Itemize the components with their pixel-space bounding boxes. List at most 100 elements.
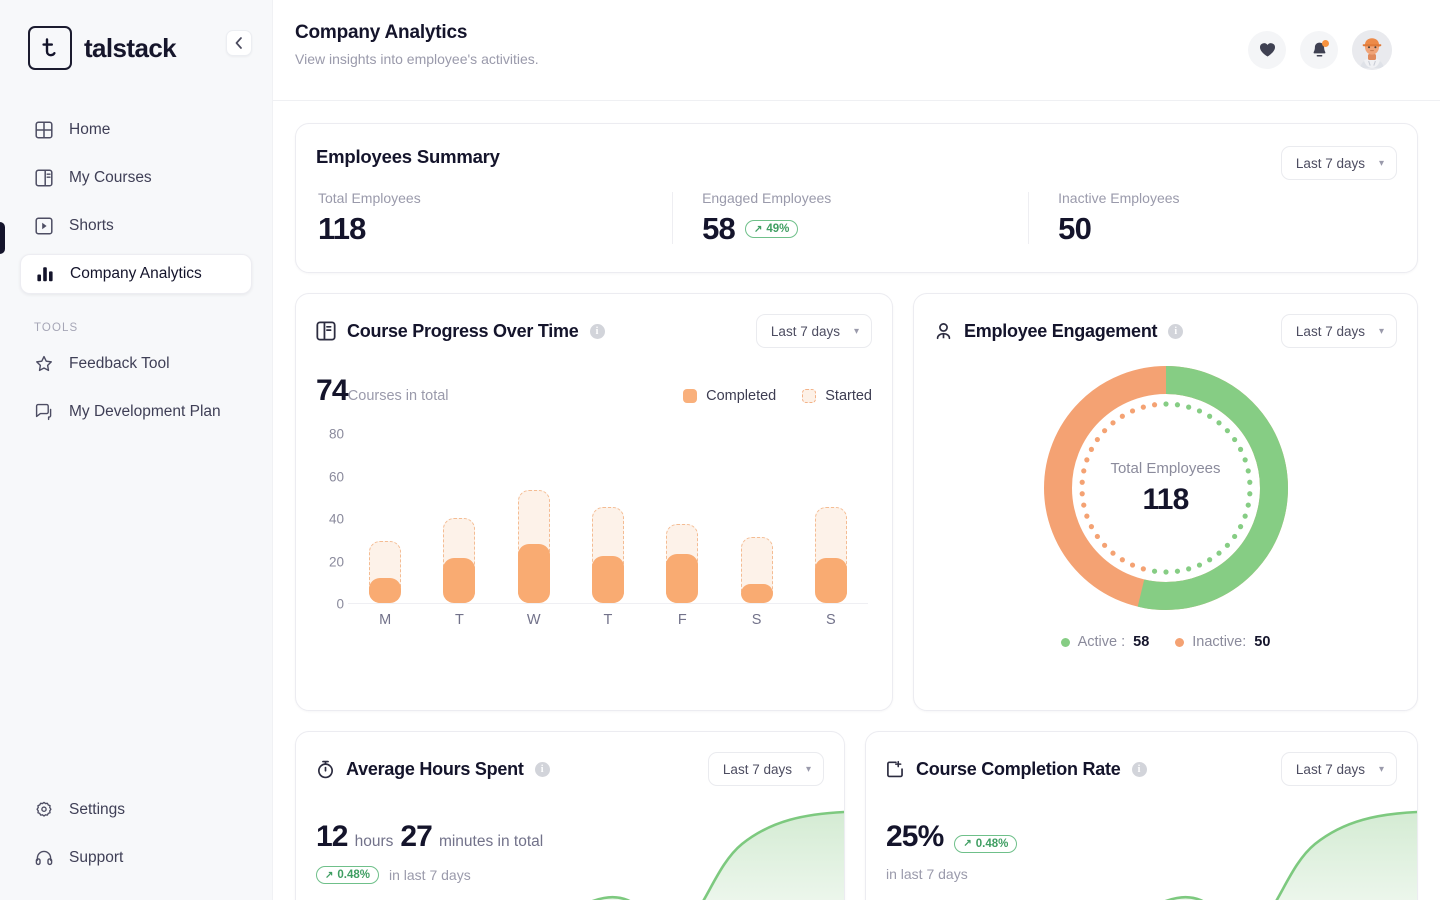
gear-icon (34, 801, 53, 820)
sidebar-collapse-button[interactable] (226, 30, 252, 56)
layout-panel-icon (34, 169, 53, 188)
course-progress-range-dropdown[interactable]: Last 7 days ▾ (755, 314, 872, 349)
play-square-icon (34, 217, 53, 236)
legend-dot-inactive (1175, 637, 1185, 647)
employee-engagement-card: Employee Engagement i Last 7 days ▾ Tota… (913, 293, 1418, 712)
sidebar-item-settings[interactable]: Settings (20, 790, 252, 830)
bar-column[interactable] (653, 434, 711, 604)
bar-column[interactable] (356, 434, 414, 604)
bar-segment-completed (814, 558, 847, 604)
arrow-up-right-icon: ↗ (753, 223, 763, 235)
sidebar-item-company-analytics[interactable]: Company Analytics (20, 254, 252, 294)
legend-item-inactive: Inactive: 50 (1175, 634, 1270, 650)
stopwatch-icon (316, 760, 335, 779)
courses-total-value: 74 (316, 374, 349, 408)
stat-engaged-employees: Engaged Employees 58 ↗ 49% (672, 190, 1028, 246)
hours-unit: hours (354, 833, 394, 851)
sidebar-item-my-development-plan[interactable]: My Development Plan (20, 392, 252, 432)
completion-rate-caption: in last 7 days (886, 866, 968, 883)
legend-label: Active : (1077, 634, 1126, 651)
bar-segment-completed (369, 577, 402, 604)
chevron-down-icon: ▾ (1378, 325, 1384, 337)
engagement-donut-chart: Total Employees 118 Active : 58 Inactive… (914, 348, 1417, 650)
x-axis: MTWTFSS (348, 612, 868, 628)
sidebar-item-label: Feedback Tool (69, 355, 170, 372)
completion-rate-value: 25% (886, 820, 944, 854)
bar-column[interactable] (579, 434, 637, 604)
sidebar-item-label: Home (69, 121, 111, 138)
arrow-up-right-icon: ↗ (963, 838, 972, 850)
dropdown-value: Last 7 days (1295, 155, 1365, 171)
sidebar-item-home[interactable]: Home (20, 110, 252, 150)
card-title: Employee Engagement (964, 320, 1158, 341)
completion-rate-range-dropdown[interactable]: Last 7 days ▾ (1280, 752, 1397, 787)
card-title: Course Completion Rate (916, 758, 1121, 779)
courses-total-caption: Courses in total (347, 388, 449, 405)
course-progress-bar-chart: 0 20 40 60 80 M T W T F S S (296, 427, 892, 654)
engagement-range-dropdown[interactable]: Last 7 days ▾ (1280, 314, 1397, 349)
sidebar-item-label: Company Analytics (70, 265, 202, 282)
sidebar-item-feedback-tool[interactable]: Feedback Tool (20, 344, 252, 384)
chevron-down-icon: ▾ (853, 325, 859, 337)
user-icon (934, 322, 953, 341)
x-axis-label: M (379, 612, 392, 629)
engagement-legend: Active : 58 Inactive: 50 (1060, 634, 1270, 651)
legend-label: Started (825, 388, 872, 405)
bar-column[interactable] (505, 434, 563, 604)
bar-segment-completed (591, 556, 624, 604)
stat-value: 58 (702, 211, 736, 246)
header-actions (1248, 30, 1392, 70)
bar-plot-area (348, 434, 868, 605)
x-axis-label: T (454, 612, 464, 629)
dashboard-body: Employees Summary Last 7 days ▾ Total Em… (273, 101, 1440, 900)
sidebar-section-tools-label: TOOLS (34, 322, 79, 334)
bar-column[interactable] (802, 434, 860, 604)
sidebar-edge-indicator (0, 222, 5, 254)
dropdown-value: Last 7 days (770, 323, 840, 339)
y-axis-tick: 80 (328, 426, 344, 442)
hours-value: 12 (316, 820, 348, 854)
stat-value: 118 (318, 211, 366, 246)
minutes-unit: minutes in total (438, 833, 544, 851)
stat-label: Engaged Employees (702, 190, 832, 206)
minutes-value: 27 (400, 820, 432, 854)
bar-segment-completed (666, 554, 699, 604)
charts-row-2: Average Hours Spent i Last 7 days ▾ 12 h… (295, 731, 1418, 900)
course-progress-card: Course Progress Over Time i Last 7 days … (295, 293, 893, 712)
heart-icon (1259, 43, 1275, 57)
bar-column[interactable] (430, 434, 488, 604)
sidebar-item-label: Shorts (69, 217, 114, 234)
donut-center-value: 118 (1142, 482, 1190, 516)
x-axis-label: S (825, 612, 836, 629)
legend-item-completed: Completed (683, 388, 776, 404)
legend-dot-active (1060, 637, 1070, 647)
sidebar-nav: Home My Courses Shorts Company Analytics (0, 110, 272, 294)
course-completion-rate-card: Course Completion Rate i Last 7 days ▾ 2… (865, 731, 1418, 900)
average-hours-delta-badge: ↗ 0.48% (316, 866, 379, 885)
bar-segment-completed (517, 543, 550, 604)
chevron-down-icon: ▾ (805, 763, 811, 775)
employees-summary-range-dropdown[interactable]: Last 7 days ▾ (1280, 146, 1397, 180)
chevron-down-icon: ▾ (1378, 763, 1384, 775)
notifications-button[interactable] (1300, 31, 1338, 69)
sidebar-tools-nav: Feedback Tool My Development Plan (0, 344, 272, 432)
sidebar-item-my-courses[interactable]: My Courses (20, 158, 252, 198)
bar-column[interactable] (728, 434, 786, 604)
info-icon[interactable]: i (1131, 761, 1147, 777)
headphones-icon (34, 849, 53, 868)
page-header: Company Analytics View insights into emp… (273, 0, 1440, 101)
stat-label: Inactive Employees (1058, 190, 1180, 206)
stat-inactive-employees: Inactive Employees 50 (1028, 190, 1384, 246)
info-icon[interactable]: i (534, 761, 550, 777)
stat-label: Total Employees (318, 190, 421, 206)
page-title: Company Analytics (295, 22, 468, 43)
y-axis-tick: 0 (336, 596, 344, 612)
sidebar-item-support[interactable]: Support (20, 838, 252, 878)
info-icon[interactable]: i (1168, 323, 1184, 339)
average-hours-range-dropdown[interactable]: Last 7 days ▾ (707, 752, 824, 787)
info-icon[interactable]: i (589, 323, 605, 339)
dropdown-value: Last 7 days (1295, 761, 1365, 777)
profile-avatar[interactable] (1352, 30, 1392, 70)
sidebar-item-shorts[interactable]: Shorts (20, 206, 252, 246)
favorites-button[interactable] (1248, 31, 1286, 69)
